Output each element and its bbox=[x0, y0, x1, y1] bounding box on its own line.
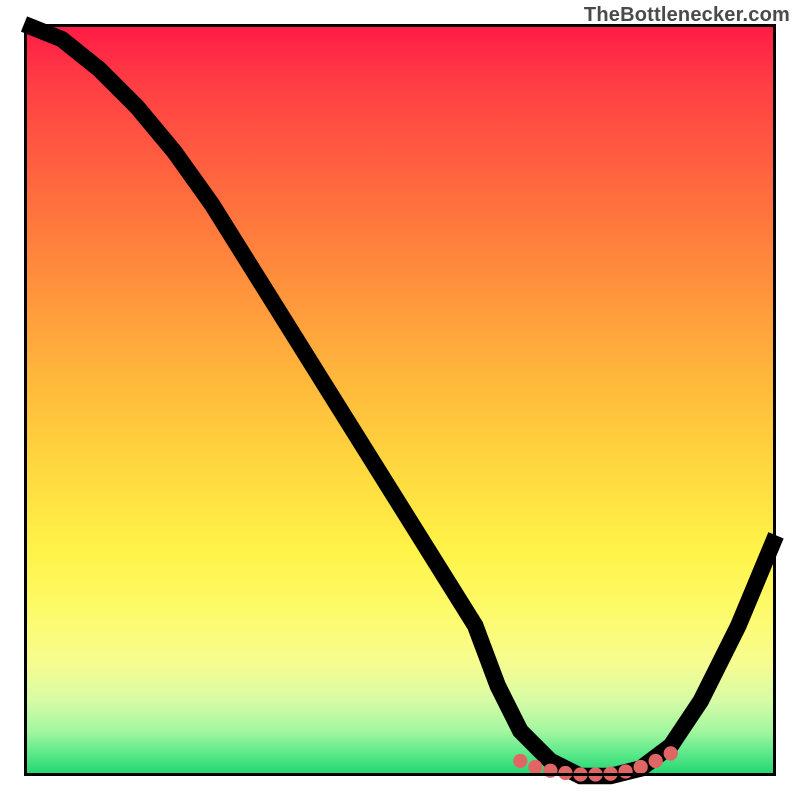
marker-dot bbox=[558, 766, 572, 780]
marker-dot bbox=[513, 754, 527, 768]
marker-dot bbox=[543, 764, 557, 778]
marker-dot bbox=[603, 767, 617, 781]
marker-dot bbox=[664, 746, 678, 760]
plot-area bbox=[24, 24, 776, 776]
bottleneck-curve-svg bbox=[24, 24, 776, 776]
attribution-text: TheBottlenecker.com bbox=[584, 4, 790, 27]
marker-dot bbox=[528, 760, 542, 774]
marker-dot bbox=[618, 764, 632, 778]
chart-wrapper: TheBottlenecker.com bbox=[0, 0, 800, 800]
marker-dot bbox=[649, 754, 663, 768]
marker-dot bbox=[588, 767, 602, 781]
marker-dot bbox=[573, 767, 587, 781]
marker-dot bbox=[633, 760, 647, 774]
bottleneck-curve-path bbox=[24, 24, 776, 776]
